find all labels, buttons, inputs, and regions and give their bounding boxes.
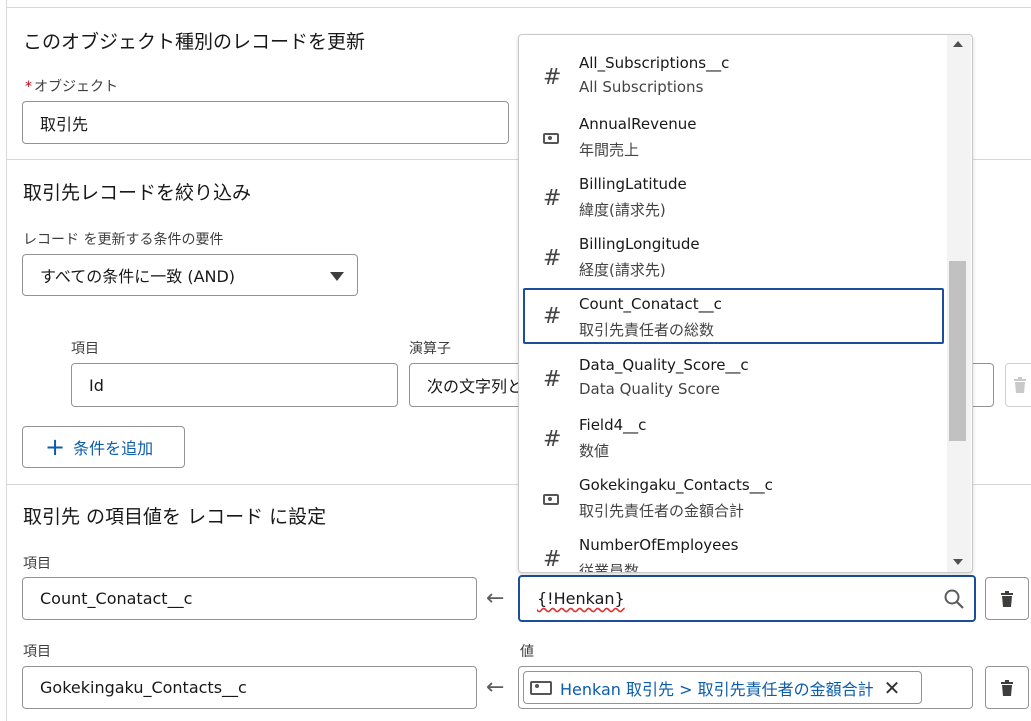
option-api-name: Data_Quality_Score__c: [579, 356, 749, 374]
object-section-title: このオブジェクト種別のレコードを更新: [23, 31, 366, 53]
arrow-left-icon: ←: [486, 675, 505, 700]
set-row1-value-text: {!Henkan}: [537, 589, 625, 608]
option-label: 取引先責任者の金額合計: [579, 502, 745, 520]
option-label: All Subscriptions: [579, 78, 704, 96]
set-row2-value-label: 値: [520, 644, 534, 660]
option-label: 緯度(請求先): [579, 201, 666, 219]
option-api-name: BillingLatitude: [579, 175, 687, 193]
dropdown-option[interactable]: AnnualRevenue 年間売上: [523, 108, 944, 168]
option-api-name: Field4__c: [579, 416, 647, 434]
number-icon: #: [543, 426, 562, 452]
trash-icon: [1000, 679, 1014, 696]
condition-requirement-label: レコード を更新する条件の要件: [23, 232, 224, 248]
number-icon: #: [543, 546, 562, 572]
trash-icon: [1000, 590, 1014, 607]
option-api-name: Count_Conatact__c: [579, 295, 722, 313]
option-api-name: AnnualRevenue: [579, 115, 697, 133]
number-icon: #: [543, 245, 562, 271]
option-label: Data Quality Score: [579, 380, 720, 398]
filter-delete-button[interactable]: [1005, 363, 1031, 407]
dropdown-scrollbar[interactable]: [947, 35, 971, 572]
required-marker: *: [25, 79, 32, 95]
set-row1-field-label: 項目: [23, 556, 51, 572]
number-icon: #: [543, 64, 562, 90]
number-icon: #: [543, 366, 562, 392]
chevron-down-icon: [330, 272, 344, 281]
currency-icon: [543, 108, 559, 168]
dropdown-option[interactable]: # Data_Quality_Score__c Data Quality Sco…: [523, 349, 944, 409]
search-icon: [944, 589, 964, 613]
currency-icon: [530, 680, 552, 695]
set-row1-delete-button[interactable]: [985, 577, 1029, 620]
currency-icon: [543, 469, 559, 529]
condition-requirement-select[interactable]: すべての条件に一致 (AND): [22, 254, 358, 296]
condition-requirement-value: すべての条件に一致 (AND): [40, 267, 236, 286]
field-picker-dropdown[interactable]: # All_Subscriptions__c All Subscriptions…: [518, 34, 973, 573]
resource-pill[interactable]: Henkan 取引先 > 取引先責任者の金額合計 ✕: [523, 671, 922, 704]
scroll-up-arrow-icon[interactable]: [953, 41, 963, 47]
dropdown-option[interactable]: # All_Subscriptions__c All Subscriptions: [523, 47, 944, 107]
dropdown-option[interactable]: # BillingLatitude 緯度(請求先): [523, 168, 944, 228]
set-row1-field-input[interactable]: Count_Conatact__c: [22, 577, 477, 620]
option-label: 年間売上: [579, 141, 640, 159]
set-row2-field-label: 項目: [23, 644, 51, 660]
option-label: 取引先責任者の総数: [579, 321, 715, 339]
set-row1-value-input[interactable]: {!Henkan}: [518, 575, 976, 622]
filter-operator-value: 次の文字列と: [427, 377, 524, 396]
left-border: [6, 0, 7, 721]
object-input-value: 取引先: [40, 114, 89, 134]
filter-field-input[interactable]: Id: [71, 363, 398, 407]
set-row2-field-input[interactable]: Gokekingaku_Contacts__c: [22, 666, 477, 709]
option-api-name: NumberOfEmployees: [579, 536, 739, 554]
set-row2-delete-button[interactable]: [985, 666, 1029, 709]
number-icon: #: [543, 303, 562, 329]
option-label: 数値: [579, 442, 610, 460]
plus-icon: +: [45, 433, 66, 461]
dropdown-option[interactable]: # NumberOfEmployees 従業員数: [523, 529, 944, 573]
set-section-title: 取引先 の項目値を レコード に設定: [23, 506, 327, 528]
dropdown-option[interactable]: # BillingLongitude 経度(請求先): [523, 228, 944, 288]
scrollbar-thumb[interactable]: [949, 261, 966, 441]
close-icon[interactable]: ✕: [884, 676, 901, 700]
add-condition-button[interactable]: + 条件を追加: [22, 426, 185, 468]
resource-pill-label: Henkan 取引先 > 取引先責任者の金額合計: [560, 679, 874, 699]
option-api-name: Gokekingaku_Contacts__c: [579, 476, 773, 494]
option-label: 経度(請求先): [579, 261, 666, 279]
filter-field-value: Id: [89, 375, 104, 395]
object-label: * オブジェクト: [25, 76, 118, 96]
set-row1-field-value: Count_Conatact__c: [40, 589, 193, 608]
arrow-left-icon: ←: [486, 586, 505, 611]
scroll-down-arrow-icon[interactable]: [953, 559, 963, 565]
add-condition-label: 条件を追加: [73, 439, 154, 458]
filter-section-title: 取引先レコードを絞り込み: [23, 182, 252, 204]
filter-operator-header: 演算子: [409, 341, 451, 357]
object-label-text: オブジェクト: [34, 79, 118, 95]
option-label: 従業員数: [579, 562, 640, 573]
filter-field-header: 項目: [71, 341, 99, 357]
dropdown-option[interactable]: Gokekingaku_Contacts__c 取引先責任者の金額合計: [523, 469, 944, 529]
option-api-name: BillingLongitude: [579, 235, 700, 253]
dropdown-option-selected[interactable]: # Count_Conatact__c 取引先責任者の総数: [523, 288, 944, 344]
set-row2-field-value: Gokekingaku_Contacts__c: [40, 678, 247, 697]
option-api-name: All_Subscriptions__c: [579, 54, 730, 72]
filter-operator-select[interactable]: 次の文字列と: [409, 363, 529, 407]
trash-icon: [1013, 377, 1027, 393]
top-divider: [7, 7, 1031, 8]
number-icon: #: [543, 185, 562, 211]
dropdown-option[interactable]: # Field4__c 数値: [523, 409, 944, 469]
object-input[interactable]: 取引先: [22, 101, 509, 144]
